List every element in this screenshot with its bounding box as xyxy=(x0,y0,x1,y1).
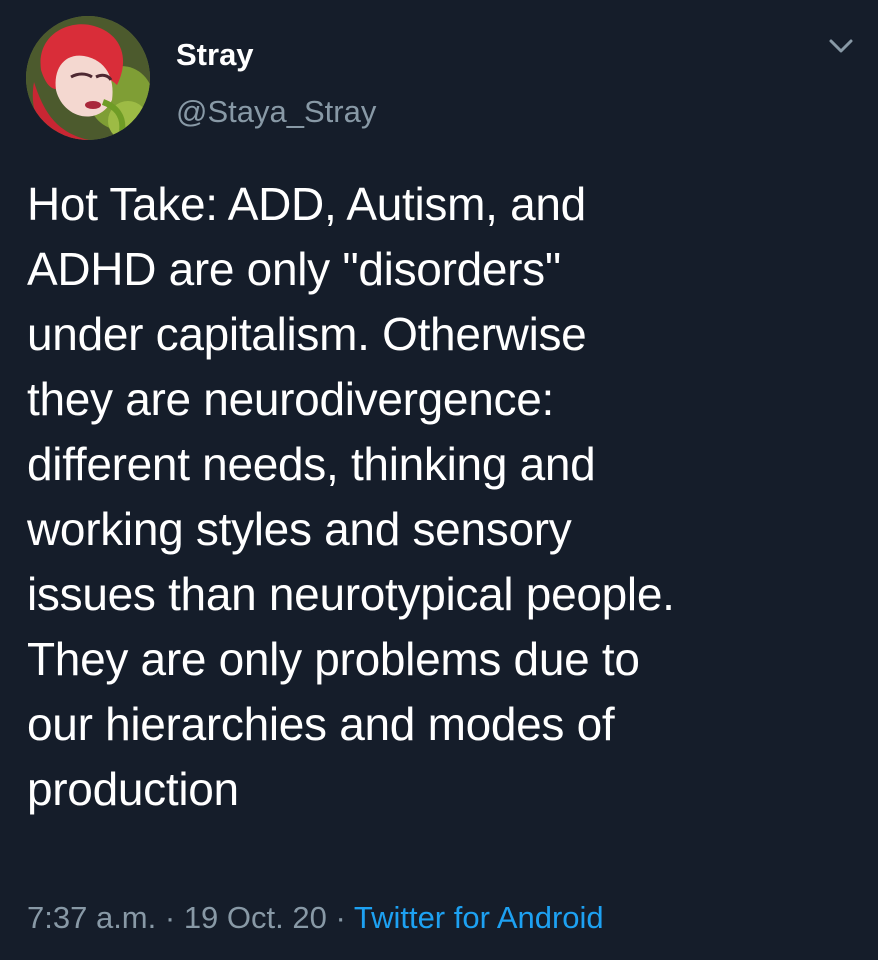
user-handle[interactable]: @Staya_Stray xyxy=(176,94,696,130)
tweet-text: Hot Take: ADD, Autism, and ADHD are only… xyxy=(27,178,675,815)
display-name[interactable]: Stray xyxy=(176,36,696,74)
tweet-header: Stray @Staya_Stray xyxy=(26,16,856,140)
tweet-time: 7:37 a.m. xyxy=(27,900,157,935)
user-names: Stray @Staya_Stray xyxy=(176,36,696,130)
tweet-source-link[interactable]: Twitter for Android xyxy=(354,900,604,935)
chevron-down-icon[interactable] xyxy=(826,34,856,58)
metadata-separator: · xyxy=(156,900,184,935)
tweet-metadata: 7:37 a.m. · 19 Oct. 20 · Twitter for And… xyxy=(27,898,604,938)
avatar[interactable] xyxy=(26,16,150,140)
avatar-image xyxy=(26,16,150,140)
tweet-date: 19 Oct. 20 xyxy=(183,900,327,935)
tweet-card: Stray @Staya_Stray Hot Take: ADD, Autism… xyxy=(0,0,878,960)
metadata-separator: · xyxy=(326,900,354,935)
